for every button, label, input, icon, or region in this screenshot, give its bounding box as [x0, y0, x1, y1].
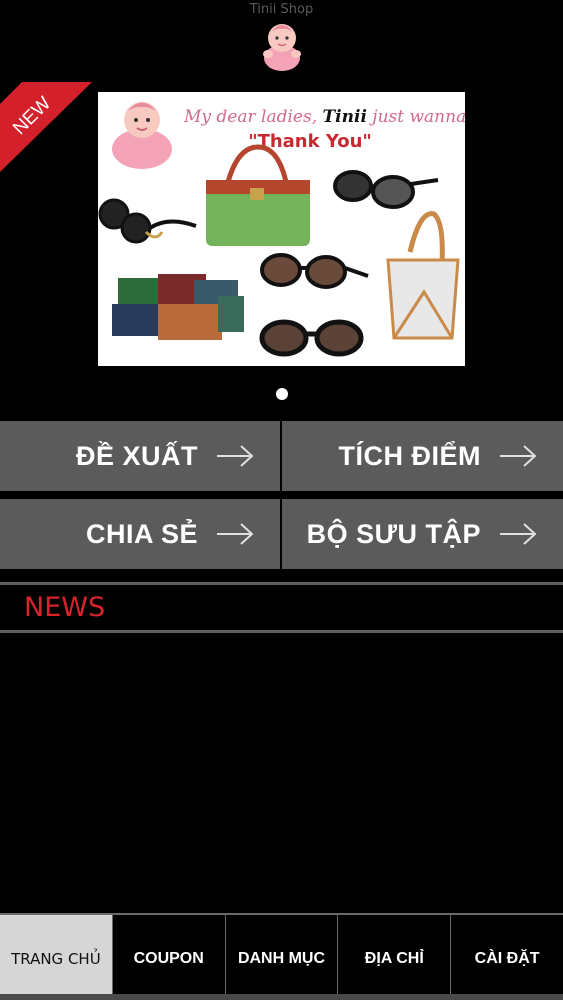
tab-home[interactable]: TRANG CHỦ	[0, 915, 112, 1000]
tab-category[interactable]: DANH MỤC	[224, 915, 338, 1000]
svg-text:My dear ladies, Tinii just wan: My dear ladies, Tinii just wanna say	[183, 107, 465, 127]
promo-banner[interactable]: My dear ladies, Tinii just wanna say "Th…	[98, 92, 465, 366]
de-xuat-label: ĐỀ XUẤT	[75, 440, 198, 471]
tab-settings[interactable]: CÀI ĐẶT	[450, 915, 563, 1000]
app-header: Tinii Shop	[0, 0, 563, 80]
round-sunglasses-icon	[98, 198, 197, 244]
arrow-right-icon	[500, 445, 537, 467]
headline-prefix: My dear ladies,	[183, 107, 323, 127]
headline-suffix: just wanna say	[367, 107, 465, 127]
tab-settings-label: CÀI ĐẶT	[474, 949, 540, 967]
sunglasses-brown-icon	[260, 253, 369, 289]
tab-address[interactable]: ĐỊA CHỈ	[337, 915, 450, 1000]
baby-mascot-icon	[112, 102, 172, 169]
news-divider-top	[0, 582, 563, 585]
carousel-indicator-dot[interactable]	[276, 388, 288, 400]
tab-bar-bottom-edge	[0, 994, 563, 1000]
tab-category-label: DANH MỤC	[237, 949, 326, 967]
tab-home-label: TRANG CHỦ	[11, 949, 101, 968]
tab-address-label: ĐỊA CHỈ	[364, 949, 424, 967]
bo-suu-tap-button[interactable]: BỘ SƯU TẬP	[282, 499, 563, 569]
news-title: NEWS	[24, 592, 106, 623]
headline-brand: Tinii	[323, 107, 367, 127]
tich-diem-label: TÍCH ĐIỂM	[338, 440, 481, 471]
arrow-right-icon	[217, 523, 254, 545]
chia-se-button[interactable]: CHIA SẺ	[0, 499, 280, 569]
wallets-icon	[112, 274, 244, 340]
tab-coupon-label: COUPON	[133, 949, 204, 967]
white-shoulder-bag-icon	[386, 211, 460, 340]
promo-banner-image: My dear ladies, Tinii just wanna say "Th…	[98, 102, 465, 357]
news-divider-bottom	[0, 630, 563, 633]
arrow-right-icon	[500, 523, 537, 545]
chia-se-label: CHIA SẺ	[85, 518, 198, 549]
arrow-right-icon	[217, 445, 254, 467]
green-handbag-icon	[206, 144, 310, 246]
tich-diem-button[interactable]: TÍCH ĐIỂM	[282, 421, 563, 491]
de-xuat-button[interactable]: ĐỀ XUẤT	[0, 421, 280, 491]
app-title: Tinii Shop	[249, 2, 314, 17]
news-section-header: NEWS	[0, 582, 563, 634]
sunglasses-black-icon	[259, 319, 364, 357]
tab-coupon[interactable]: COUPON	[111, 915, 225, 1000]
sunglasses-icon	[333, 170, 439, 209]
bottom-tab-bar: TRANG CHỦ COUPON DANH MỤC ĐỊA CHỈ CÀI ĐẶ…	[0, 913, 563, 1000]
bo-suu-tap-label: BỘ SƯU TẬP	[306, 518, 481, 549]
new-ribbon-badge: NEW	[0, 82, 92, 172]
baby-logo-icon	[263, 24, 301, 71]
